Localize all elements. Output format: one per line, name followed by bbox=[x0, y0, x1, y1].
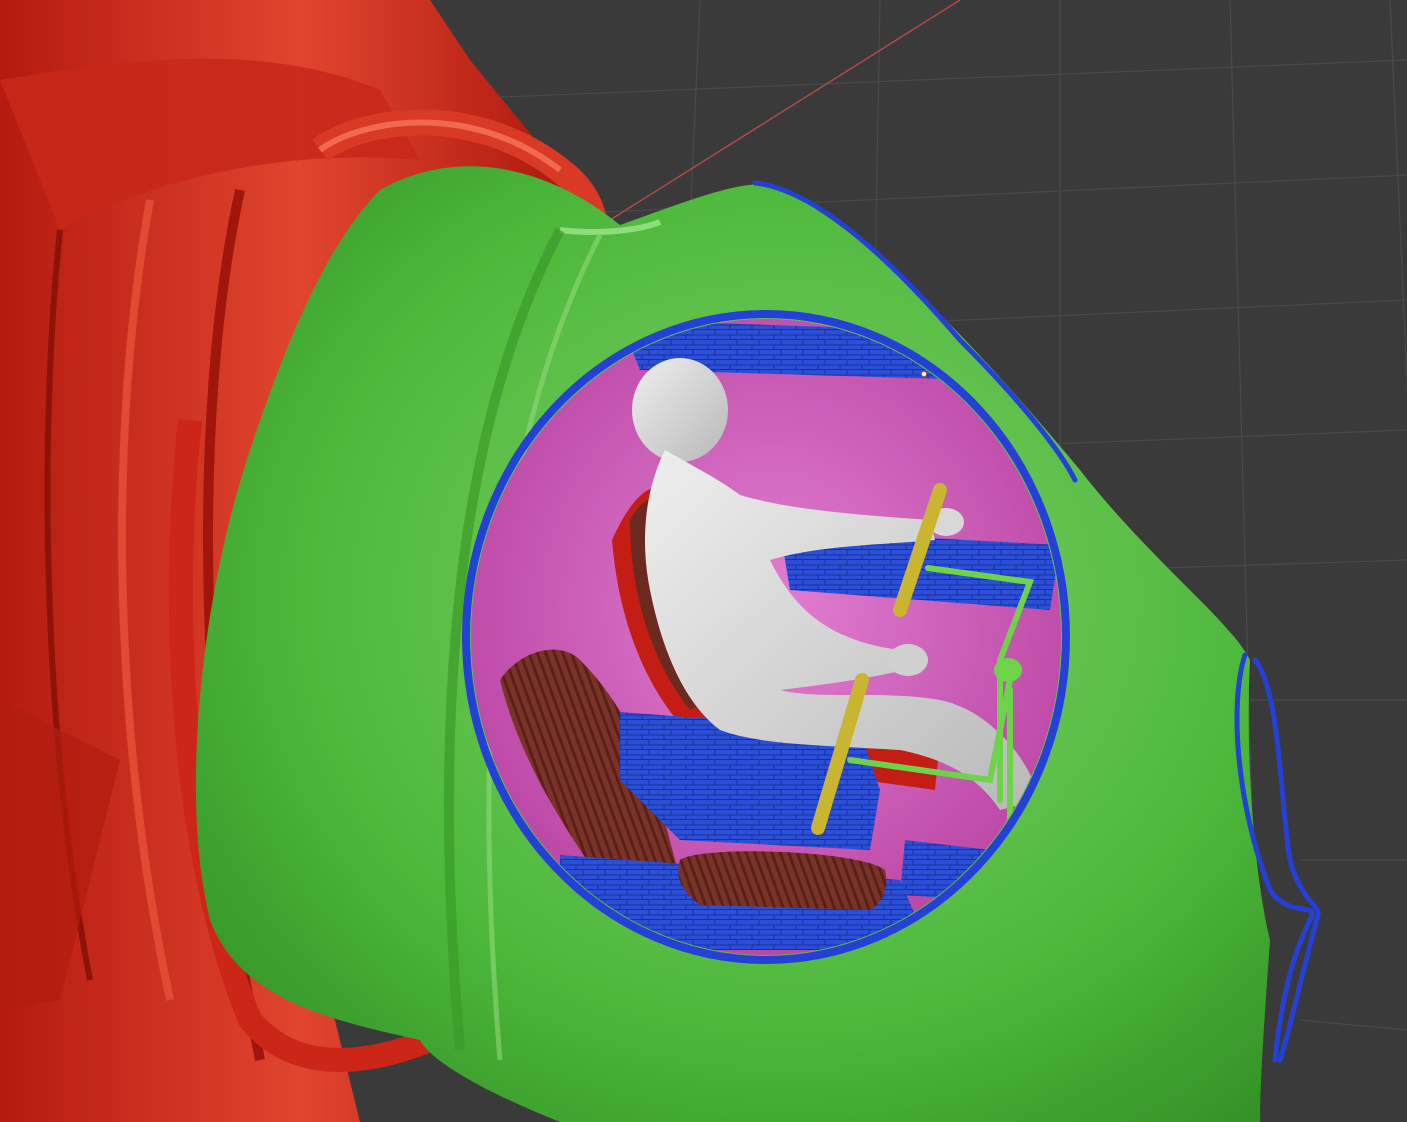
3d-viewport[interactable] bbox=[0, 0, 1407, 1122]
linkage-joint bbox=[994, 658, 1022, 682]
x-axis-line bbox=[609, 0, 961, 221]
origin-marker bbox=[921, 371, 927, 377]
scene-canvas[interactable] bbox=[0, 0, 1407, 1122]
